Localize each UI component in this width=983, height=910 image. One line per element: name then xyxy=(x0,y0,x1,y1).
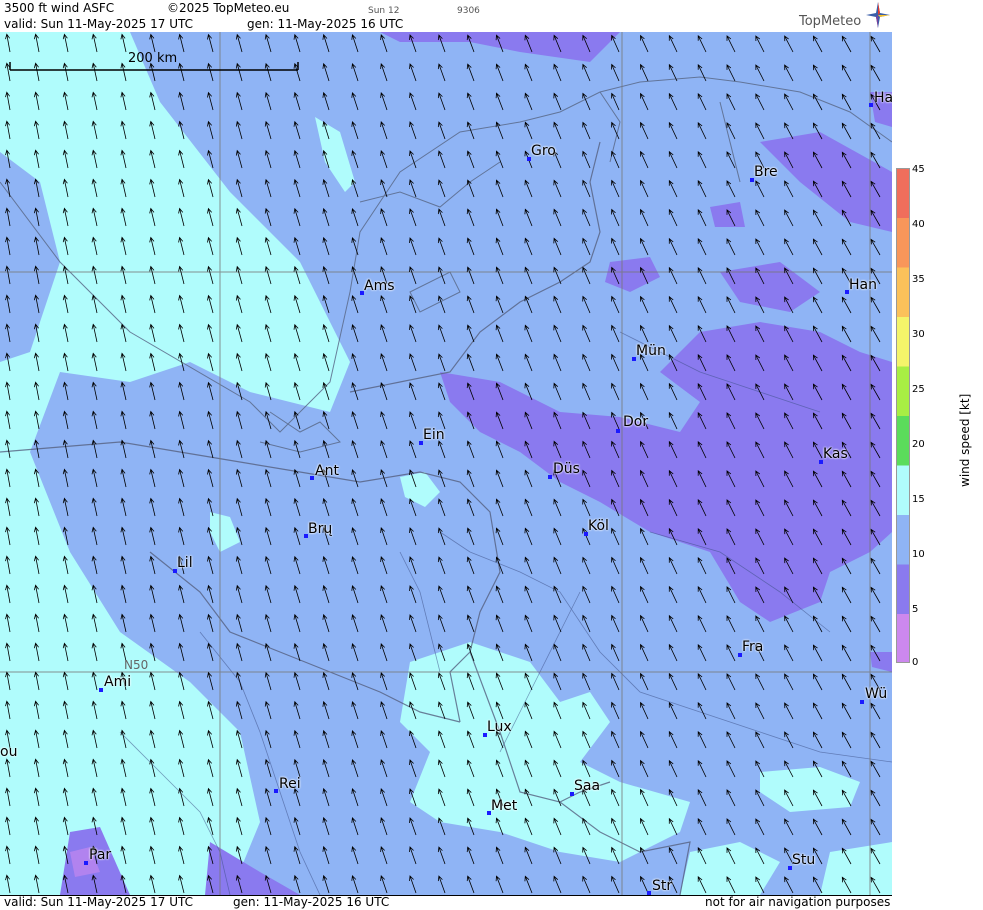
city-label[interactable]: Par xyxy=(89,848,111,862)
grid-label-n50: N50 xyxy=(124,658,149,672)
city-label[interactable]: Ein xyxy=(423,428,445,442)
city-label[interactable]: Ha xyxy=(874,91,893,105)
city-marker xyxy=(548,475,552,479)
legend-tick: 40 xyxy=(912,219,925,230)
legend-tick: 0 xyxy=(912,657,919,668)
city-label[interactable]: Gro xyxy=(531,144,556,158)
city-label[interactable]: Köl xyxy=(588,519,609,533)
legend-tick: 45 xyxy=(912,164,925,175)
city-label[interactable]: Brų xyxy=(308,522,332,536)
scale-bar-label: 200 km xyxy=(128,51,178,66)
city-label[interactable]: Ami xyxy=(104,675,131,689)
city-label[interactable]: Fra xyxy=(742,640,763,654)
map-header: 3500 ft wind ASFC ©2025 TopMeteo.eu Sun … xyxy=(0,0,892,32)
map-footer: valid: Sun 11-May-2025 17 UTC gen: 11-Ma… xyxy=(0,895,892,910)
city-label[interactable]: Kas xyxy=(823,447,848,461)
day-code: Sun 12 xyxy=(368,6,400,16)
generated-time: gen: 11-May-2025 16 UTC xyxy=(247,17,404,31)
city-label[interactable]: ou xyxy=(0,745,17,759)
copyright: ©2025 TopMeteo.eu xyxy=(167,1,290,15)
legend-color-step xyxy=(896,465,910,515)
city-marker xyxy=(84,861,88,865)
city-marker xyxy=(616,429,620,433)
map-title: 3500 ft wind ASFC xyxy=(4,1,115,15)
footer-valid-time: valid: Sun 11-May-2025 17 UTC xyxy=(4,895,193,909)
city-label[interactable]: Lil xyxy=(177,556,193,570)
legend-title: wind speed [kt] xyxy=(958,393,972,487)
city-marker xyxy=(99,688,103,692)
city-label[interactable]: Lux xyxy=(487,720,512,734)
city-label[interactable]: Dor xyxy=(623,415,648,429)
footer-generated-time: gen: 11-May-2025 16 UTC xyxy=(233,895,390,909)
valid-time: valid: Sun 11-May-2025 17 UTC xyxy=(4,17,193,31)
legend-color-step xyxy=(896,415,910,466)
city-label[interactable]: Stu xyxy=(792,853,815,867)
city-label[interactable]: Wü xyxy=(865,687,887,701)
city-label[interactable]: Saa xyxy=(574,779,600,793)
navigation-disclaimer: not for air navigation purposes xyxy=(705,895,891,909)
city-label[interactable]: Met xyxy=(491,799,517,813)
city-marker xyxy=(869,103,873,107)
legend-tick: 25 xyxy=(912,384,925,395)
city-marker xyxy=(274,789,278,793)
city-label[interactable]: Mün xyxy=(636,344,666,358)
brand-logo-text: TopMeteo xyxy=(799,14,862,29)
legend-tick: 35 xyxy=(912,274,925,285)
legend-color-step xyxy=(896,613,910,663)
product-code: 9306 xyxy=(457,6,480,16)
legend-colorbar xyxy=(896,168,910,663)
wind-map[interactable]: 200 km N50 Ha Gro Bre Ams Han Mün Ein Do… xyxy=(0,32,893,895)
city-label[interactable]: Bre xyxy=(754,165,778,179)
city-label[interactable]: Ant xyxy=(315,464,339,478)
legend-color-step xyxy=(896,366,910,416)
city-label[interactable]: Str xyxy=(652,879,672,893)
city-label[interactable]: Rei xyxy=(279,777,301,791)
city-marker xyxy=(860,700,864,704)
compass-star-icon xyxy=(866,2,890,28)
city-label[interactable]: Han xyxy=(849,278,877,292)
legend-tick: 15 xyxy=(912,494,925,505)
city-label[interactable]: Düs xyxy=(553,462,580,476)
legend-color-step xyxy=(896,168,910,218)
legend-tick: 30 xyxy=(912,329,925,340)
legend-color-step xyxy=(896,564,910,614)
legend-color-step xyxy=(896,217,910,268)
legend-color-step xyxy=(896,514,910,565)
city-label[interactable]: Ams xyxy=(364,279,395,293)
city-marker xyxy=(310,476,314,480)
legend-tick: 20 xyxy=(912,439,925,450)
legend-tick: 5 xyxy=(912,604,919,615)
legend-color-step xyxy=(896,316,910,367)
wind-map-canvas xyxy=(0,32,892,895)
legend-tick: 10 xyxy=(912,549,925,560)
legend-color-step xyxy=(896,267,910,317)
